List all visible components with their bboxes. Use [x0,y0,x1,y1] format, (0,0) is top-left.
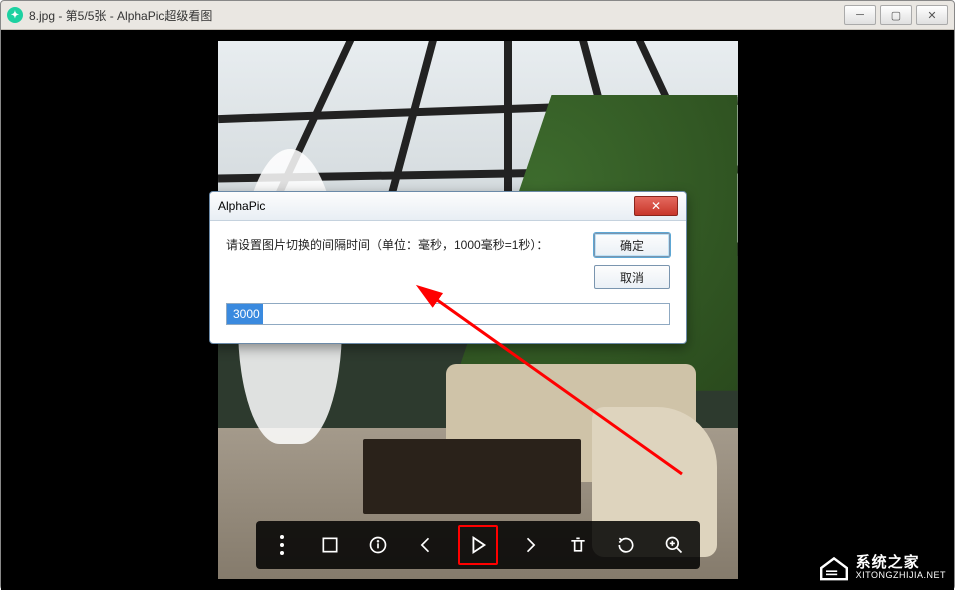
interval-dialog: AlphaPic ✕ 请设置图片切换的间隔时间（单位：毫秒，1000毫秒=1秒）… [209,191,687,344]
watermark-icon [818,554,850,582]
interval-input[interactable] [226,303,670,325]
next-icon[interactable] [514,529,546,561]
dialog-title-bar: AlphaPic ✕ [210,192,686,221]
prev-icon[interactable] [410,529,442,561]
more-icon[interactable] [266,529,298,561]
ok-button[interactable]: 确定 [594,233,670,257]
dialog-title: AlphaPic [218,199,265,213]
close-window-button[interactable]: ✕ [916,5,948,25]
rotate-icon[interactable] [610,529,642,561]
watermark-text-en: XITONGZHIJIA.NET [856,571,946,581]
cancel-button[interactable]: 取消 [594,265,670,289]
watermark: 系统之家 XITONGZHIJIA.NET [818,554,946,582]
info-icon[interactable] [362,529,394,561]
play-icon[interactable] [458,525,498,565]
dialog-prompt: 请设置图片切换的间隔时间（单位：毫秒，1000毫秒=1秒）： [226,235,556,255]
minimize-button[interactable]: ─ [844,5,876,25]
title-bar: ✦ 8.jpg - 第5/5张 - AlphaPic超级看图 ─ ▢ ✕ [1,1,954,30]
dialog-close-button[interactable]: ✕ [634,196,678,216]
zoom-icon[interactable] [658,529,690,561]
app-window: ✦ 8.jpg - 第5/5张 - AlphaPic超级看图 ─ ▢ ✕ [0,0,955,590]
app-icon: ✦ [7,7,23,23]
layout-icon[interactable] [314,529,346,561]
window-title: 8.jpg - 第5/5张 - AlphaPic超级看图 [29,7,840,24]
image-toolbar [256,521,700,569]
delete-icon[interactable] [562,529,594,561]
watermark-text-cn: 系统之家 [856,555,946,572]
maximize-button[interactable]: ▢ [880,5,912,25]
